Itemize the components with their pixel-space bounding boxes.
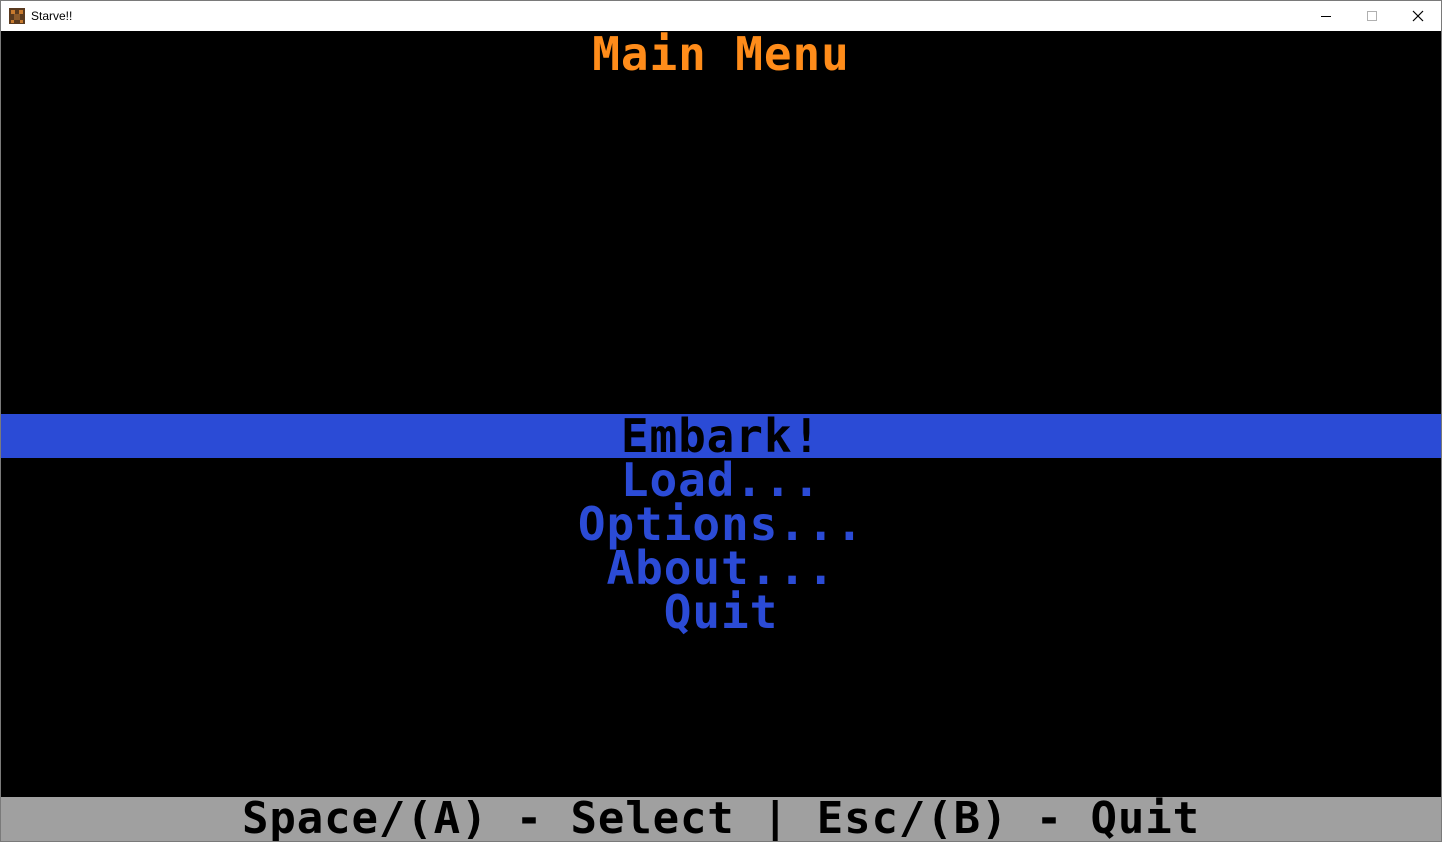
- main-menu-heading: Main Menu: [592, 31, 850, 81]
- window-title: Starve!!: [31, 9, 73, 23]
- menu-item-about[interactable]: About...: [1, 545, 1441, 591]
- app-window: Starve!! Main Menu Embark! Load... Optio…: [0, 0, 1442, 842]
- minimize-button[interactable]: [1303, 1, 1349, 31]
- minimize-icon: [1321, 16, 1331, 17]
- menu-item-load[interactable]: Load...: [1, 457, 1441, 503]
- close-icon: [1412, 10, 1424, 22]
- maximize-button[interactable]: [1349, 1, 1395, 31]
- game-screen: Main Menu Embark! Load... Options... Abo…: [1, 31, 1441, 841]
- menu-item-quit[interactable]: Quit: [1, 589, 1441, 635]
- controls-hint-bar: Space/(A) - Select | Esc/(B) - Quit: [1, 797, 1441, 841]
- starve-app-icon: [9, 8, 25, 24]
- title-bar[interactable]: Starve!!: [1, 1, 1441, 31]
- menu-item-embark[interactable]: Embark!: [1, 413, 1441, 459]
- maximize-icon: [1367, 11, 1377, 21]
- menu-item-options[interactable]: Options...: [1, 501, 1441, 547]
- main-menu: Embark! Load... Options... About... Quit: [1, 413, 1441, 635]
- close-button[interactable]: [1395, 1, 1441, 31]
